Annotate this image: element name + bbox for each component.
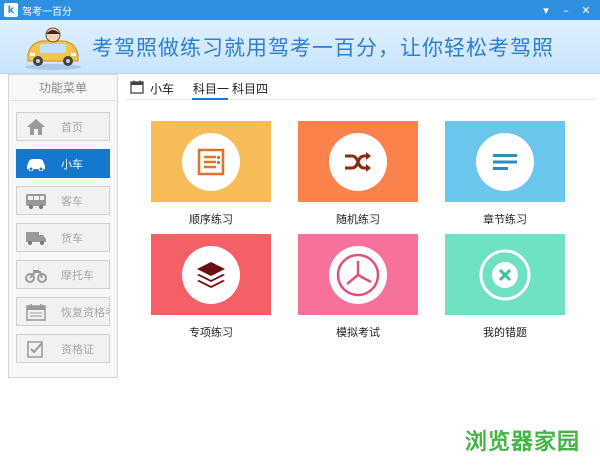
minimize-button[interactable]: – [556,1,576,19]
sidebar-item-label: 货车 [61,231,83,245]
clock-icon [336,253,380,296]
tab-subject-one[interactable]: 科目一 [193,80,229,97]
sidebar-item-label: 摩托车 [61,268,94,282]
sidebar-item-certificate[interactable]: 资格证 [16,334,110,363]
breadcrumb: 小车 [150,82,175,96]
bus-icon [25,190,47,212]
sidebar-title: 功能菜单 [9,75,117,101]
lines-icon [493,153,517,170]
car-mascot-icon [25,27,81,70]
active-tab-indicator [192,98,228,100]
tile-icon-circle [476,246,534,304]
tile-chapter-practice[interactable] [445,121,565,202]
window-title: 驾考一百分 [22,6,72,18]
sidebar-item-truck[interactable]: 货车 [16,223,110,252]
sidebar-item-label: 客车 [61,194,83,208]
motorcycle-icon [25,264,47,286]
error-icon [479,249,531,300]
tile-label: 顺序练习 [189,213,233,226]
tile-icon-circle [329,132,387,191]
tile-label: 我的错题 [483,326,527,339]
banner-slogan: 考驾照做练习就用驾考一百分，让你轻松考驾照 [92,36,554,60]
tile-label: 章节练习 [483,213,527,226]
tab-bar: 小车 科目一 科目四 [126,76,596,100]
certificate-icon [25,338,47,360]
tile-random-practice[interactable] [298,121,418,202]
tile-label: 专项练习 [189,326,233,339]
calendar-icon [25,301,47,323]
tab-subject-four[interactable]: 科目四 [232,80,268,97]
sidebar-item-motorcycle[interactable]: 摩托车 [16,260,110,289]
truck-icon [25,227,47,249]
banner: 考驾照做练习就用驾考一百分，让你轻松考驾照 [0,20,600,74]
sidebar-item-label: 首页 [61,120,83,134]
app-logo-icon: k [4,3,18,17]
home-icon [25,116,47,138]
tile-label: 随机练习 [336,213,380,226]
tile-sequential-practice[interactable] [151,121,271,202]
sidebar-item-bus[interactable]: 客车 [16,186,110,215]
sidebar-item-label: 小车 [61,157,83,171]
window-controls: ▾ – ✕ [536,0,596,20]
sidebar-item-car[interactable]: 小车 [16,149,110,178]
sidebar: 功能菜单 首页 小车 客车 货车 摩托车 恢复资格考 [8,74,118,378]
calendar-icon [130,80,144,94]
tile-icon-circle [329,245,387,304]
tile-my-mistakes[interactable] [445,234,565,315]
site-watermark: 浏览器家园 [464,430,580,455]
car-icon [25,153,47,175]
tile-icon-circle [476,132,534,191]
tile-special-practice[interactable] [151,234,271,315]
tile-icon-circle [182,132,240,191]
sidebar-item-restore[interactable]: 恢复资格考 [16,297,110,326]
list-icon [197,148,225,175]
tile-label: 模拟考试 [336,326,380,339]
menu-dropdown-button[interactable]: ▾ [536,1,556,19]
title-bar: k 驾考一百分 ▾ – ✕ [0,0,600,20]
close-button[interactable]: ✕ [576,1,596,19]
sidebar-item-label: 资格证 [61,342,94,356]
tile-icon-circle [182,245,240,304]
sidebar-item-label: 恢复资格考 [61,305,109,319]
layers-icon [197,261,225,288]
tile-mock-exam[interactable] [298,234,418,315]
sidebar-item-home[interactable]: 首页 [16,112,110,141]
shuffle-icon [345,151,371,172]
